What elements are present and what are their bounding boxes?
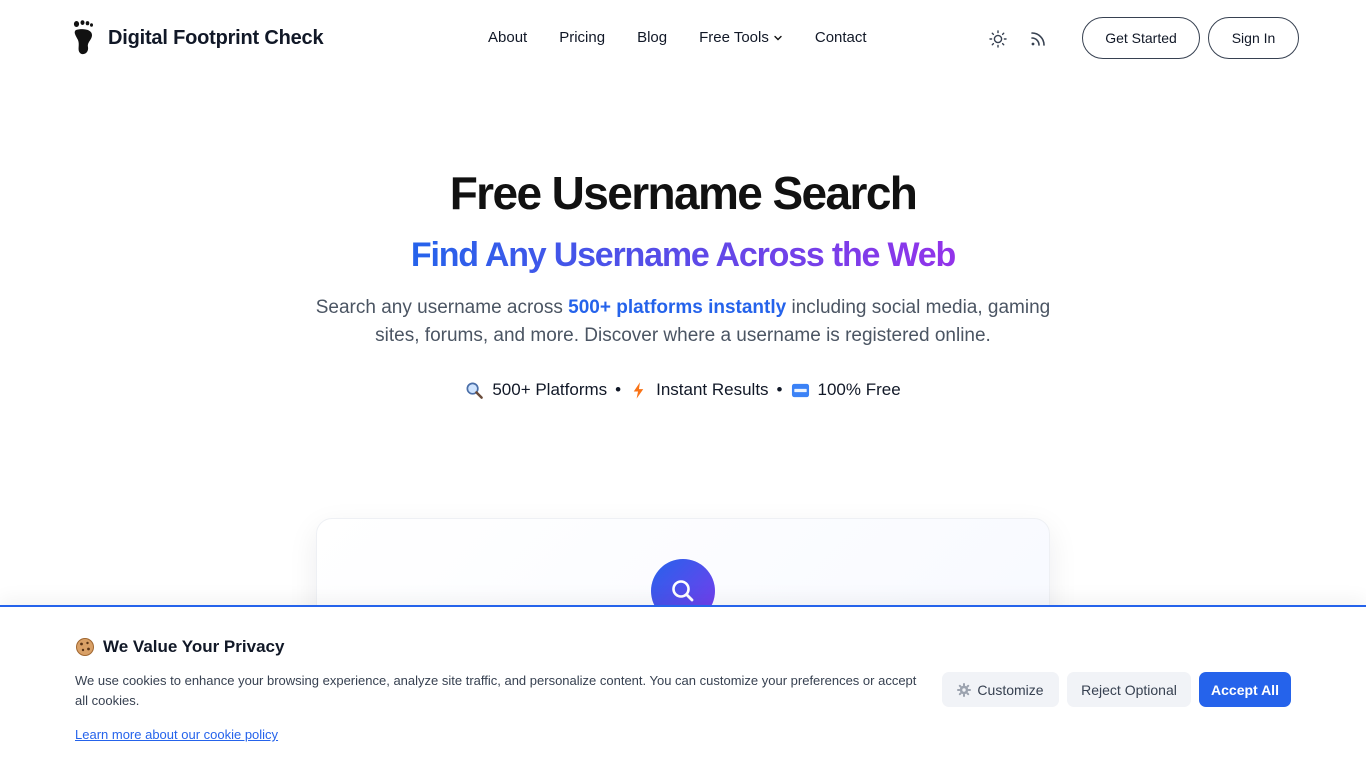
cookie-title-text: We Value Your Privacy <box>103 637 285 656</box>
feature-separator: • <box>615 380 622 399</box>
nav-pricing[interactable]: Pricing <box>559 29 605 46</box>
site-header: Digital Footprint Check About Pricing Bl… <box>0 0 1366 78</box>
brand-link[interactable]: Digital Footprint Check <box>72 20 324 56</box>
page-title: Free Username Search <box>449 167 918 219</box>
hero-description: Search any username across 500+ platform… <box>310 294 1056 350</box>
main-nav: About Pricing Blog Free Tools Contact <box>488 29 867 46</box>
nav-free-tools[interactable]: Free Tools <box>699 29 783 46</box>
feature-free: 100% Free <box>791 380 901 400</box>
nav-about[interactable]: About <box>488 29 527 46</box>
feature-instant: Instant Results <box>629 380 769 400</box>
feature-separator: • <box>776 380 783 399</box>
sign-in-button[interactable]: Sign In <box>1208 17 1299 59</box>
magnifier-icon <box>466 382 484 399</box>
brand-name: Digital Footprint Check <box>108 26 324 49</box>
nav-free-tools-label: Free Tools <box>699 29 769 46</box>
gear-icon <box>957 682 972 697</box>
free-badge-icon <box>791 383 809 397</box>
feature-free-label: 100% Free <box>817 380 901 399</box>
page-subtitle: Find Any Username Across the Web <box>0 236 1366 275</box>
cookie-policy-link[interactable]: Learn more about our cookie policy <box>75 727 278 742</box>
cookie-title: We Value Your Privacy <box>75 637 284 657</box>
nav-blog[interactable]: Blog <box>637 29 667 46</box>
customize-button-label: Customize <box>977 681 1044 698</box>
lightning-icon <box>633 381 644 399</box>
page-subtitle-text: Find Any Username Across the Web <box>410 236 956 274</box>
desc-before: Search any username across <box>315 297 569 318</box>
accept-all-button[interactable]: Accept All <box>1199 672 1291 707</box>
reject-optional-button[interactable]: Reject Optional <box>1067 672 1191 707</box>
customize-button[interactable]: Customize <box>942 672 1059 707</box>
feature-instant-label: Instant Results <box>656 380 769 399</box>
footprint-logo-icon <box>73 20 93 55</box>
feature-list: 500+ Platforms • Instant Results • 100% … <box>0 380 1366 400</box>
cookie-banner: We Value Your Privacy We use cookies to … <box>0 605 1366 768</box>
chevron-down-icon <box>774 35 782 40</box>
sun-icon[interactable] <box>988 29 1008 49</box>
cookie-description: We use cookies to enhance your browsing … <box>75 673 917 708</box>
get-started-button[interactable]: Get Started <box>1082 17 1200 59</box>
desc-highlight: 500+ platforms instantly <box>568 297 787 318</box>
nav-about-label: About <box>488 29 528 46</box>
search-icon <box>672 580 694 602</box>
nav-contact-label: Contact <box>814 29 867 46</box>
feature-platforms-label: 500+ Platforms <box>492 380 608 399</box>
nav-pricing-label: Pricing <box>559 29 606 46</box>
nav-blog-label: Blog <box>637 29 668 46</box>
rss-icon[interactable] <box>1028 29 1048 49</box>
feature-platforms: 500+ Platforms <box>465 380 607 400</box>
cookie-icon <box>76 638 94 656</box>
nav-contact[interactable]: Contact <box>815 29 867 46</box>
